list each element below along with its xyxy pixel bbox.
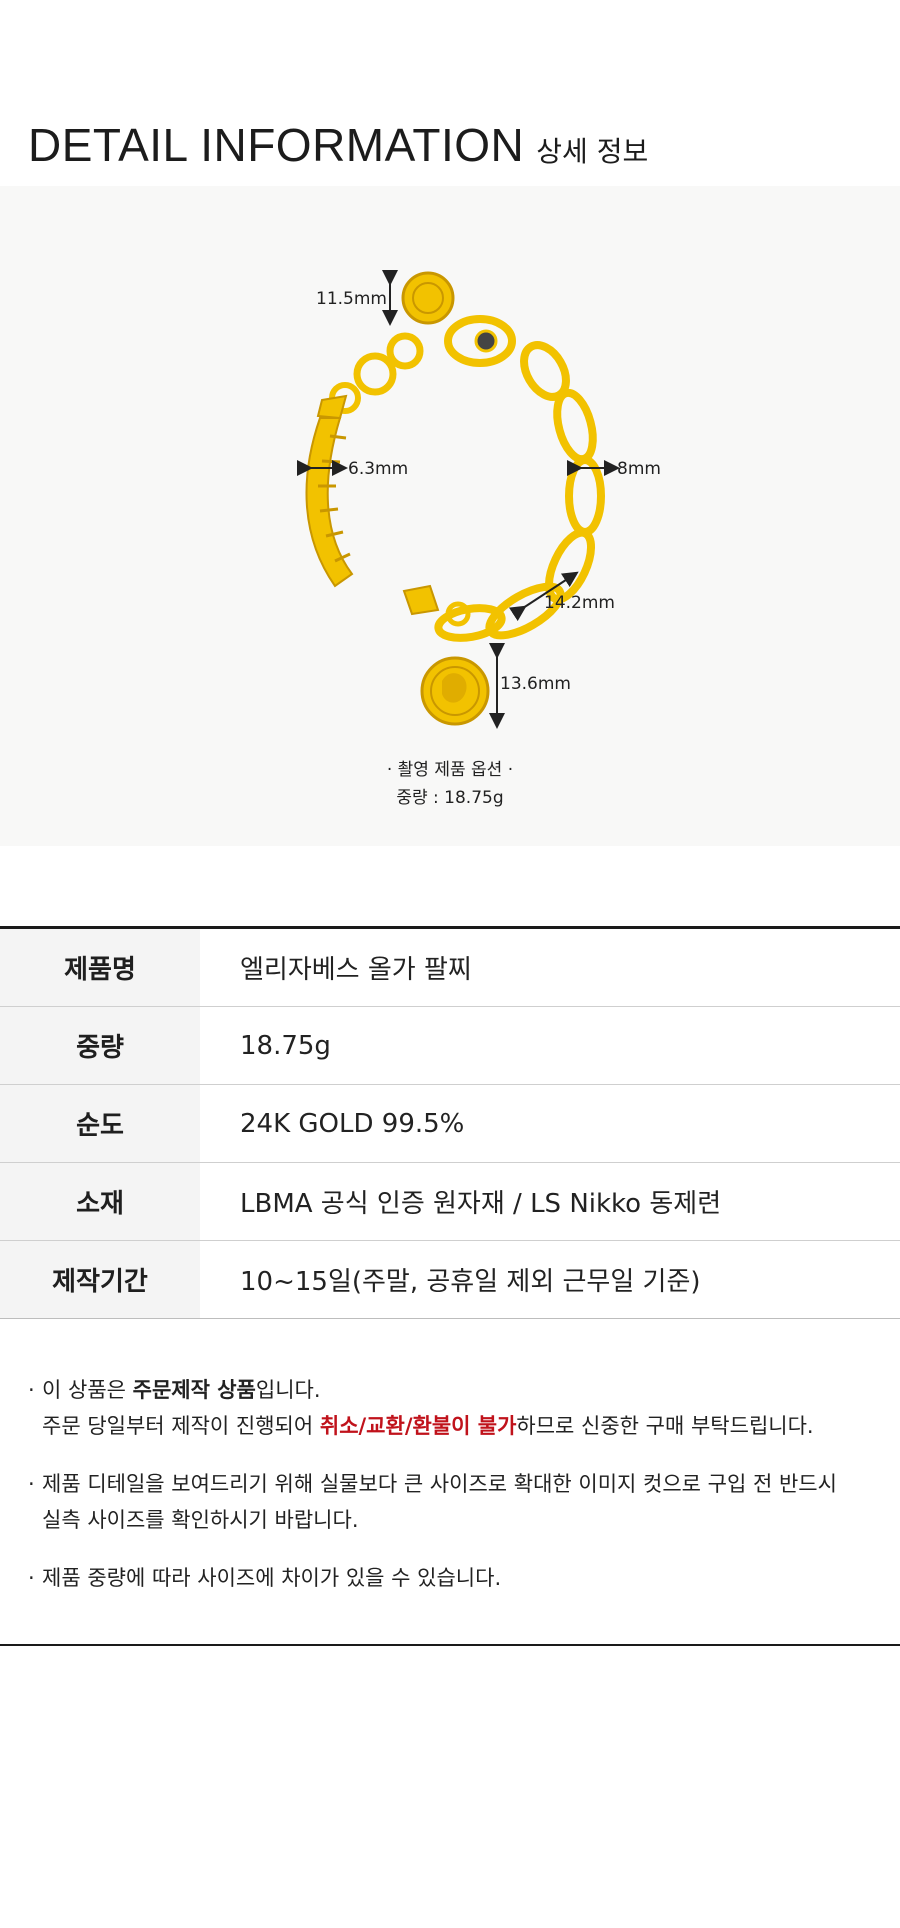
dimension-label-pendant: 13.6mm — [500, 674, 571, 694]
notice-text: 주문 당일부터 제작이 진행되어 — [42, 1414, 320, 1438]
section-header: DETAIL INFORMATION 상세 정보 — [28, 118, 648, 178]
spec-key-material: 소재 — [0, 1163, 200, 1240]
spec-key-weight: 중량 — [0, 1007, 200, 1084]
notice-text: 하므로 신중한 구매 부탁드립니다. — [516, 1414, 814, 1438]
spec-row: 제품명 엘리자베스 올가 팔찌 — [0, 929, 900, 1006]
notice-emphasis: 주문제작 상품 — [132, 1378, 256, 1402]
dimension-label-mesh: 6.3mm — [348, 459, 408, 479]
dimension-label-link-length: 14.2mm — [544, 593, 615, 613]
spec-table: 제품명 엘리자베스 올가 팔찌 중량 18.75g 순도 24K GOLD 99… — [0, 926, 900, 1319]
header-title-en: DETAIL INFORMATION — [28, 119, 525, 171]
spec-key-purity: 순도 — [0, 1085, 200, 1162]
bullet: · — [28, 1566, 35, 1590]
spec-row: 순도 24K GOLD 99.5% — [0, 1084, 900, 1162]
spec-row: 중량 18.75g — [0, 1006, 900, 1084]
photo-caption: · 촬영 제품 옵션 · 중량 : 18.75g — [0, 756, 900, 812]
header-title-ko: 상세 정보 — [536, 135, 649, 168]
dimension-label-link-width: 8mm — [617, 459, 661, 479]
notice-warning: 취소/교환/환불이 불가 — [319, 1414, 517, 1438]
notice-item: · 이 상품은 주문제작 상품입니다. 주문 당일부터 제작이 진행되어 취소/… — [28, 1372, 878, 1444]
spec-value-name: 엘리자베스 올가 팔찌 — [240, 955, 472, 985]
notice-text: 실측 사이즈를 확인하시기 바랍니다. — [42, 1508, 359, 1532]
spec-row: 소재 LBMA 공식 인증 원자재 / LS Nikko 동제련 — [0, 1162, 900, 1240]
product-photo: 11.5mm 6.3mm 8mm 14.2mm 13.6mm · 촬영 제품 옵… — [0, 186, 900, 846]
caption-option: · 촬영 제품 옵션 · — [386, 760, 514, 780]
notice-item: · 제품 중량에 따라 사이즈에 차이가 있을 수 있습니다. — [28, 1560, 878, 1596]
bullet: · — [28, 1472, 35, 1496]
spec-value-production: 10~15일(주말, 공휴일 제외 근무일 기준) — [240, 1267, 701, 1297]
top-coin-tag — [401, 271, 455, 325]
spec-key-name: 제품명 — [0, 929, 200, 1006]
caption-weight: 중량 : 18.75g — [396, 788, 504, 808]
spec-row: 제작기간 10~15일(주말, 공휴일 제외 근무일 기준) — [0, 1240, 900, 1318]
spec-value-purity: 24K GOLD 99.5% — [240, 1108, 465, 1139]
notice-text: 이 상품은 — [42, 1378, 133, 1402]
notice-text: 제품 디테일을 보여드리기 위해 실물보다 큰 사이즈로 확대한 이미지 컷으로… — [42, 1472, 837, 1496]
dimension-label-top-coin: 11.5mm — [316, 289, 387, 309]
spec-value-material: LBMA 공식 인증 원자재 / LS Nikko 동제련 — [240, 1189, 722, 1219]
spec-key-production: 제작기간 — [0, 1241, 200, 1318]
notice-text: 입니다. — [255, 1378, 321, 1402]
bullet: · — [28, 1378, 35, 1402]
notice-list: · 이 상품은 주문제작 상품입니다. 주문 당일부터 제작이 진행되어 취소/… — [28, 1372, 878, 1618]
notice-text: 제품 중량에 따라 사이즈에 차이가 있을 수 있습니다. — [42, 1566, 502, 1590]
notice-item: · 제품 디테일을 보여드리기 위해 실물보다 큰 사이즈로 확대한 이미지 컷… — [28, 1466, 878, 1538]
bracelet-illustration: 11.5mm 6.3mm 8mm 14.2mm 13.6mm — [297, 270, 661, 729]
spec-value-weight: 18.75g — [240, 1030, 331, 1061]
divider — [0, 1644, 900, 1646]
